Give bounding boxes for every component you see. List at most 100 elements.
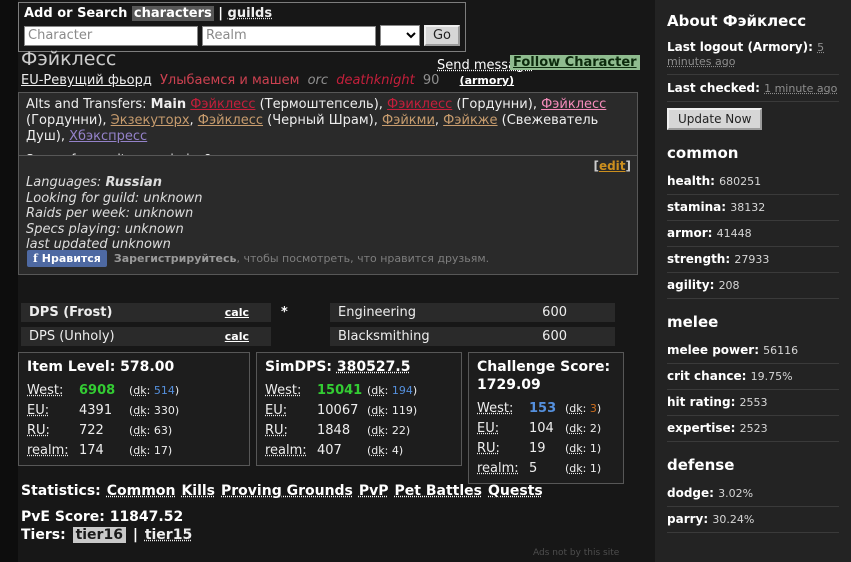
rank-box-title-value: 578.00 [120, 359, 175, 375]
dk-link[interactable]: dk [569, 442, 582, 455]
edit-row: [edit] [593, 159, 631, 173]
rank-row: West: 6908 (dk: 514) [27, 380, 241, 400]
main-content: Add or Search characters | guilds Go Фэй… [18, 0, 655, 562]
stat-row: health: 680251 [667, 174, 839, 195]
alt-link[interactable]: Фэйкми [382, 113, 435, 128]
realm-input[interactable] [202, 25, 376, 46]
stats-link-pet-battles[interactable]: Pet Battles [395, 483, 482, 499]
dk-link[interactable]: dk [569, 422, 582, 435]
character-subheader: EU-Ревущий фьорд Улыбаемся и машем orc d… [21, 73, 514, 88]
alt-realm-text: (Гордунни), [26, 113, 111, 128]
rank-box-title-value[interactable]: 380527.5 [337, 359, 411, 375]
region-rank-link[interactable]: EU: [265, 403, 317, 418]
dk-link[interactable]: dk [371, 404, 384, 417]
facebook-rest-text: , чтобы посмотреть, что нравится друзьям… [236, 252, 490, 265]
alt-link[interactable]: Хбэкспресс [69, 129, 147, 144]
region-rank-link[interactable]: realm: [265, 443, 317, 458]
profile-line-label: Specs playing: [26, 221, 125, 237]
tier15-link[interactable]: tier15 [145, 527, 192, 543]
stats-link-pvp[interactable]: PvP [359, 483, 389, 499]
region-rank-link[interactable]: RU: [27, 423, 79, 438]
alts-label: Alts and Transfers: [26, 97, 147, 112]
facebook-register-link[interactable]: Зарегистрируйтесь [114, 252, 237, 265]
dk-link[interactable]: dk [133, 384, 146, 397]
tiers-separator: | [132, 527, 138, 543]
calc-link[interactable]: calc [225, 330, 249, 343]
profession-level: 600 [542, 329, 567, 344]
rank-value: 4391 [79, 402, 113, 418]
ads-note: Ads not by this site [533, 548, 620, 558]
dk-rank: (dk: 2) [565, 421, 602, 435]
calc-link[interactable]: calc [225, 306, 249, 319]
dk-link[interactable]: dk [133, 424, 146, 437]
region-select[interactable] [380, 25, 420, 46]
search-separator: | [218, 6, 224, 21]
region-rank-link[interactable]: West: [477, 401, 529, 416]
rank-row: RU: 1848 (dk: 22) [265, 420, 453, 440]
rank-box: Item Level: 578.00 West: 6908 (dk: 514) EU: 4… [18, 352, 250, 466]
profession-level: 600 [542, 305, 567, 320]
alt-link[interactable]: Фэйклесс [198, 113, 263, 128]
alt-link[interactable]: Фэиклесс [387, 97, 452, 112]
stat-value: 41448 [716, 227, 752, 240]
dk-link[interactable]: dk [371, 444, 384, 457]
rank-value: 1848 [317, 422, 351, 438]
stats-link-common[interactable]: Common [107, 483, 176, 499]
statistics-label: Statistics: [21, 483, 101, 499]
region-rank-link[interactable]: realm: [477, 461, 529, 476]
update-now-button[interactable]: Update Now [667, 108, 763, 130]
alt-link[interactable]: Фэйклесс [190, 97, 255, 112]
characters-link[interactable]: characters [131, 6, 214, 21]
region-rank-link[interactable]: EU: [477, 421, 529, 436]
rank-value: 6908 [79, 382, 116, 398]
dk-link[interactable]: dk [133, 444, 146, 457]
armory-link[interactable]: (armory) [460, 74, 515, 87]
stat-row: stamina: 38132 [667, 200, 839, 221]
rank-box-title-value: 1729.09 [477, 377, 541, 393]
character-class: deathknight [336, 73, 415, 88]
profile-line-label: Languages: [26, 175, 106, 190]
stats-link-kills[interactable]: Kills [181, 483, 215, 499]
edit-link[interactable]: edit [599, 159, 626, 173]
alts-line: Alts and Transfers: Main Фэйклесс (Термо… [26, 97, 630, 145]
alt-realm-text: (Черный Шрам), [263, 113, 383, 128]
follow-character-button[interactable]: Follow Character [510, 55, 640, 70]
stat-group-defense: defense dodge: 3.02% parry: 30.24% [667, 456, 839, 533]
dps-spec-label: DPS (Unholy) [29, 329, 115, 344]
region-rank-link[interactable]: West: [27, 383, 79, 398]
stat-row: melee power: 56116 [667, 343, 839, 364]
dk-link[interactable]: dk [569, 402, 582, 415]
dk-link[interactable]: dk [133, 404, 146, 417]
about-row-value-link[interactable]: 1 minute ago [764, 82, 837, 95]
about-row: Last checked: 1 minute ago [667, 81, 839, 102]
region-rank-link[interactable]: EU: [27, 403, 79, 418]
dk-link[interactable]: dk [569, 462, 582, 475]
rank-box-title-label: SimDPS: [265, 359, 337, 375]
region-rank-link[interactable]: realm: [27, 443, 79, 458]
dk-link[interactable]: dk [371, 384, 384, 397]
character-input[interactable] [24, 25, 198, 46]
alt-link[interactable]: Фэйклесс [541, 97, 606, 112]
dk-rank-value: 1 [589, 461, 597, 475]
alt-link[interactable]: Фэйкже [443, 113, 497, 128]
guilds-link[interactable]: guilds [228, 6, 273, 21]
stats-link-proving-grounds[interactable]: Proving Grounds [221, 483, 353, 499]
character-realm-link[interactable]: EU-Ревущий фьорд [21, 73, 152, 88]
stats-link-quests[interactable]: Quests [488, 483, 543, 499]
tier16-link[interactable]: tier16 [72, 527, 126, 543]
alts-main-label: Main [150, 97, 187, 112]
region-rank-link[interactable]: West: [265, 383, 317, 398]
region-rank-link[interactable]: RU: [265, 423, 317, 438]
profile-line-label: Raids per week: [26, 206, 135, 221]
stat-row: parry: 30.24% [667, 512, 839, 533]
alt-link[interactable]: Экзекуторх [111, 113, 190, 128]
go-button[interactable]: Go [423, 25, 460, 46]
region-rank-link[interactable]: RU: [477, 441, 529, 456]
stat-label: parry: [667, 512, 713, 526]
facebook-like-button[interactable]: f Нравится [27, 250, 107, 267]
character-level: 90 [422, 73, 440, 88]
rank-value: 104 [529, 420, 554, 436]
dk-rank-value: 17 [153, 443, 168, 457]
facebook-like-row: f Нравится Зарегистрируйтесь, чтобы посм… [27, 250, 489, 267]
dk-link[interactable]: dk [371, 424, 384, 437]
